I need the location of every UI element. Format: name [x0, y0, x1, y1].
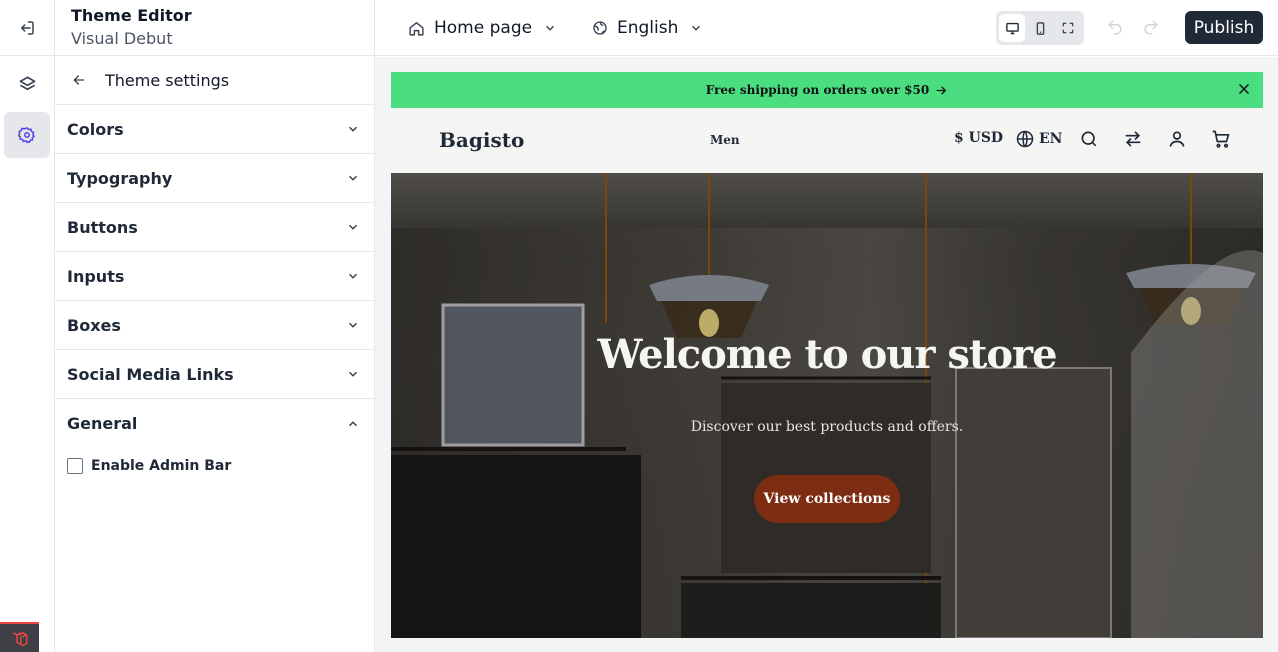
store-language-selector[interactable]: EN	[1015, 129, 1062, 149]
store-header: Bagisto Men $ USD EN	[391, 108, 1263, 173]
chevron-down-icon	[348, 273, 358, 279]
hero-title: Welcome to our store	[597, 331, 1057, 378]
accordion-buttons[interactable]: Buttons	[55, 203, 374, 252]
settings-tab[interactable]	[4, 112, 50, 158]
store-logo[interactable]: Bagisto	[439, 128, 524, 152]
accordion-general-body: Enable Admin Bar	[55, 448, 374, 484]
back-arrow-icon[interactable]	[71, 72, 87, 88]
mobile-view-button[interactable]	[1027, 14, 1053, 42]
enable-admin-bar-row[interactable]: Enable Admin Bar	[67, 458, 362, 474]
accordion-label: Buttons	[67, 217, 138, 237]
undo-icon	[1107, 20, 1122, 35]
accordion-social-media-links[interactable]: Social Media Links	[55, 350, 374, 399]
nav-item-men[interactable]: Men	[710, 133, 740, 147]
redo-button[interactable]	[1142, 18, 1160, 40]
accordion-label: Boxes	[67, 315, 121, 335]
title-block: Theme Editor Visual Debut	[71, 5, 192, 51]
globe-icon	[593, 21, 607, 35]
hero-banner: Welcome to our store Discover our best p…	[391, 173, 1263, 638]
sections-tab[interactable]	[4, 61, 50, 107]
layers-icon	[19, 76, 35, 90]
cart-icon[interactable]	[1211, 129, 1231, 149]
settings-icon	[18, 127, 36, 144]
hero-subtitle: Discover our best products and offers.	[690, 419, 964, 435]
chevron-down-icon	[348, 224, 358, 230]
fullscreen-icon	[1062, 22, 1074, 34]
panel-title: Theme settings	[105, 70, 230, 90]
home-icon	[409, 21, 424, 36]
redo-icon	[1144, 20, 1159, 35]
currency-selector[interactable]: $ USD	[954, 130, 1003, 146]
theme-name: Visual Debut	[71, 29, 173, 48]
accordion-inputs[interactable]: Inputs	[55, 252, 374, 301]
exit-icon	[21, 21, 34, 35]
accordion-label: Typography	[67, 168, 173, 188]
divider	[374, 0, 375, 56]
icon-rail	[0, 56, 55, 652]
fullscreen-button[interactable]	[1055, 14, 1081, 42]
desktop-icon	[1005, 22, 1019, 34]
exit-editor-button[interactable]	[0, 0, 55, 56]
device-toggle-group	[996, 11, 1084, 45]
undo-button[interactable]	[1106, 18, 1124, 40]
accordion-general[interactable]: General	[55, 399, 374, 448]
language-selector[interactable]: English	[592, 14, 703, 42]
top-bar: Theme Editor Visual Debut Home page Engl…	[0, 0, 1278, 56]
chevron-down-icon	[546, 25, 555, 31]
globe-icon	[1016, 130, 1034, 148]
chevron-down-icon	[348, 175, 358, 181]
view-collections-button[interactable]: View collections	[754, 475, 900, 523]
accordion-label: Colors	[67, 119, 124, 139]
accordion-boxes[interactable]: Boxes	[55, 301, 374, 350]
publish-button[interactable]: Publish	[1185, 11, 1263, 44]
mobile-icon	[1036, 21, 1044, 35]
search-icon[interactable]	[1079, 129, 1099, 149]
accordion-colors[interactable]: Colors	[55, 105, 374, 154]
chevron-up-icon	[348, 420, 358, 426]
announcement-text: Free shipping on orders over $50	[705, 83, 930, 97]
accordion-label: Social Media Links	[67, 364, 234, 384]
chevron-down-icon	[348, 322, 358, 328]
user-icon[interactable]	[1167, 129, 1187, 149]
arrow-right-icon	[936, 86, 947, 94]
theme-settings-panel: Theme settings Colors Typography Buttons…	[55, 56, 375, 652]
store-preview-frame: Free shipping on orders over $50 Bagisto…	[391, 72, 1263, 638]
preview-area: Free shipping on orders over $50 Bagisto…	[375, 57, 1278, 652]
language-selector-label: English	[617, 18, 679, 38]
accordion-label: General	[67, 414, 138, 433]
close-icon[interactable]	[1237, 82, 1251, 96]
accordion-label: Inputs	[67, 266, 125, 286]
store-language-label: EN	[1039, 131, 1063, 147]
app-title: Theme Editor	[71, 6, 192, 25]
page-selector[interactable]: Home page	[408, 14, 557, 42]
laravel-icon	[12, 632, 27, 647]
chevron-down-icon	[348, 371, 358, 377]
enable-admin-bar-checkbox[interactable]	[67, 458, 83, 474]
announcement-bar[interactable]: Free shipping on orders over $50	[391, 72, 1263, 108]
chevron-down-icon	[348, 126, 358, 132]
panel-header: Theme settings	[55, 56, 374, 105]
accordion-typography[interactable]: Typography	[55, 154, 374, 203]
chevron-down-icon	[692, 25, 701, 31]
page-selector-label: Home page	[434, 18, 533, 38]
enable-admin-bar-label: Enable Admin Bar	[91, 458, 232, 474]
desktop-view-button[interactable]	[999, 14, 1025, 42]
compare-icon[interactable]	[1123, 129, 1143, 149]
hero-overlay	[391, 173, 1263, 638]
laravel-debug-badge[interactable]	[0, 622, 39, 652]
